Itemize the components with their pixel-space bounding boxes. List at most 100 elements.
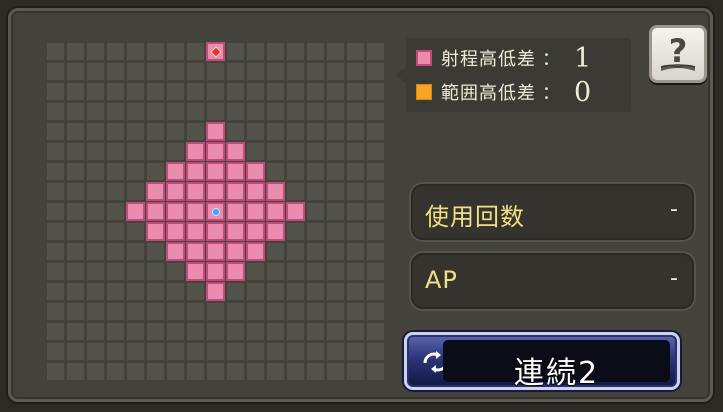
- grid-cell: [167, 123, 184, 140]
- grid-cell: [67, 303, 84, 320]
- grid-cell: [167, 103, 184, 120]
- grid-cell: [307, 363, 324, 380]
- grid-cell: [47, 223, 64, 240]
- grid-cell: [247, 303, 264, 320]
- range-cell: [146, 182, 165, 201]
- grid-cell: [47, 63, 64, 80]
- grid-cell: [327, 103, 344, 120]
- grid-cell: [367, 203, 384, 220]
- grid-cell: [247, 343, 264, 360]
- grid-cell: [127, 283, 144, 300]
- grid-cell: [247, 283, 264, 300]
- grid-cell: [127, 103, 144, 120]
- uses-label: 使用回数: [425, 203, 525, 231]
- range-cell: [226, 182, 245, 201]
- grid-cell: [367, 243, 384, 260]
- grid-cell: [107, 203, 124, 220]
- range-grid-svg: [47, 42, 384, 380]
- grid-cell: [187, 43, 204, 60]
- grid-cell: [87, 183, 104, 200]
- grid-cell: [287, 283, 304, 300]
- grid-cell: [347, 83, 364, 100]
- grid-cell: [147, 283, 164, 300]
- grid-cell: [87, 243, 104, 260]
- grid-cell: [267, 63, 284, 80]
- grid-cell: [47, 343, 64, 360]
- grid-cell: [87, 83, 104, 100]
- grid-cell: [167, 263, 184, 280]
- combo-label: 連続2: [513, 356, 600, 391]
- grid-cell: [307, 183, 324, 200]
- grid-cell: [327, 323, 344, 340]
- combo-button[interactable]: 連続2: [404, 332, 680, 391]
- grid-cell: [287, 143, 304, 160]
- grid-cell: [127, 63, 144, 80]
- grid-cell: [67, 263, 84, 280]
- help-button[interactable]: ?: [649, 25, 707, 83]
- grid-cell: [227, 303, 244, 320]
- grid-cell: [227, 323, 244, 340]
- grid-cell: [147, 363, 164, 380]
- grid-cell: [267, 83, 284, 100]
- grid-cell: [367, 343, 384, 360]
- grid-cell: [287, 43, 304, 60]
- range-cell: [186, 162, 205, 181]
- range-cell: [246, 242, 265, 261]
- grid-cell: [167, 143, 184, 160]
- grid-cell: [307, 243, 324, 260]
- grid-cell: [207, 363, 224, 380]
- grid-cell: [287, 323, 304, 340]
- grid-cell: [287, 163, 304, 180]
- range-cell: [186, 242, 205, 261]
- grid-cell: [207, 343, 224, 360]
- grid-cell: [367, 103, 384, 120]
- grid-cell: [347, 183, 364, 200]
- range-cell: [266, 182, 285, 201]
- grid-cell: [67, 323, 84, 340]
- grid-cell: [107, 63, 124, 80]
- ap-value: -: [670, 266, 678, 291]
- range-cell: [266, 222, 285, 241]
- grid-cell: [227, 363, 244, 380]
- range-cell: [146, 222, 165, 241]
- grid-cell: [267, 363, 284, 380]
- grid-cell: [167, 63, 184, 80]
- grid-cell: [267, 243, 284, 260]
- range-cell: [126, 202, 145, 221]
- grid-cell: [267, 343, 284, 360]
- grid-cell: [87, 143, 104, 160]
- ap-box: AP -: [411, 253, 694, 309]
- grid-cell: [67, 123, 84, 140]
- grid-cell: [347, 363, 364, 380]
- grid-cell: [47, 363, 64, 380]
- uses-box: 使用回数 -: [411, 184, 694, 240]
- grid-cell: [367, 183, 384, 200]
- grid-cell: [147, 343, 164, 360]
- range-cell: [246, 162, 265, 181]
- grid-cell: [287, 363, 304, 380]
- grid-cell: [127, 163, 144, 180]
- grid-cell: [287, 263, 304, 280]
- question-book-icon: ?: [660, 32, 696, 71]
- height-difference-box: 射程高低差 ： 1 範囲高低差 ： 0: [396, 38, 631, 112]
- grid-cell: [307, 163, 324, 180]
- grid-cell: [347, 343, 364, 360]
- grid-cell: [47, 183, 64, 200]
- grid-cell: [107, 83, 124, 100]
- grid-cell: [227, 103, 244, 120]
- grid-cell: [67, 83, 84, 100]
- combo-label-area: 連続2: [443, 340, 670, 391]
- grid-cell: [347, 243, 364, 260]
- grid-cell: [347, 263, 364, 280]
- grid-cell: [87, 343, 104, 360]
- grid-cell: [147, 303, 164, 320]
- grid-cell: [187, 323, 204, 340]
- grid-cell: [227, 123, 244, 140]
- range-cell: [226, 262, 245, 281]
- range-height-value: 1: [574, 42, 592, 74]
- range-cell: [166, 242, 185, 261]
- grid-cell: [287, 243, 304, 260]
- range-cell: [226, 162, 245, 181]
- grid-cell: [167, 43, 184, 60]
- area-height-value: 0: [574, 76, 592, 108]
